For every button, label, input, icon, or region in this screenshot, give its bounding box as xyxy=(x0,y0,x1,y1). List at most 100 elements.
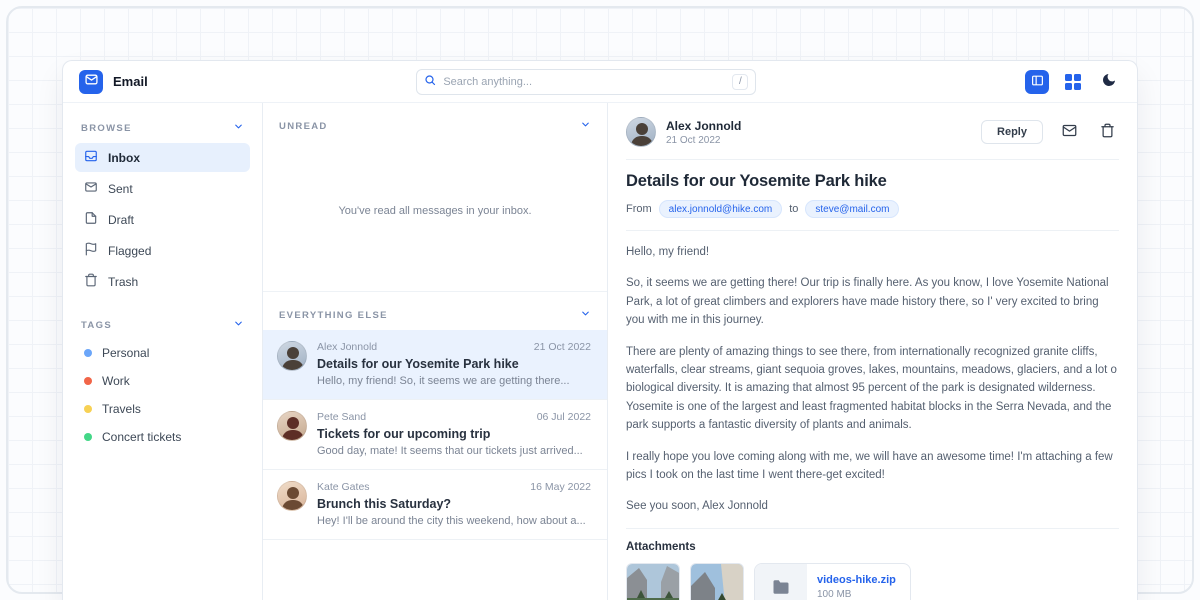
tag-item-travels[interactable]: Travels xyxy=(75,396,250,422)
unread-empty-state: You've read all messages in your inbox. xyxy=(263,141,607,281)
sidebar-item-draft[interactable]: Draft xyxy=(75,205,250,234)
reader-header: Alex Jonnold 21 Oct 2022 Reply xyxy=(626,117,1119,147)
email-body: Hello, my friend! So, it seems we are ge… xyxy=(626,243,1119,516)
reader-actions: Reply xyxy=(981,120,1119,144)
email-subject: Details for our Yosemite Park hike xyxy=(317,357,591,371)
email-paragraph: There are plenty of amazing things to se… xyxy=(626,343,1119,435)
delete-email-button[interactable] xyxy=(1095,120,1119,144)
image-attachment-thumbnail[interactable] xyxy=(690,563,744,600)
email-date: 16 May 2022 xyxy=(530,481,591,493)
sidebar-item-label: Draft xyxy=(108,213,134,227)
mail-list-column: UNREAD You've read all messages in your … xyxy=(263,103,608,600)
file-attachment-meta: videos-hike.zip 100 MB xyxy=(807,574,910,600)
from-email-chip: alex.jonnold@hike.com xyxy=(659,200,783,218)
trash-icon xyxy=(1100,123,1115,141)
tag-label: Work xyxy=(102,374,130,388)
attachments-row: videos-hike.zip 100 MB xyxy=(626,563,1119,600)
moon-icon xyxy=(1101,72,1117,91)
unread-section-label: UNREAD xyxy=(279,121,328,132)
sidebar-item-trash[interactable]: Trash xyxy=(75,267,250,296)
from-label: From xyxy=(626,203,652,215)
tag-label: Concert tickets xyxy=(102,430,181,444)
everything-else-section-header[interactable]: EVERYTHING ELSE xyxy=(263,291,607,330)
app-title: Email xyxy=(113,74,148,89)
tag-color-dot xyxy=(84,405,92,413)
search-shortcut-key: / xyxy=(732,74,748,90)
file-attachment-card[interactable]: videos-hike.zip 100 MB xyxy=(754,563,911,600)
email-subject: Tickets for our upcoming trip xyxy=(317,427,591,441)
sidebar-item-flagged[interactable]: Flagged xyxy=(75,236,250,265)
flag-icon xyxy=(84,242,98,259)
sidebar-item-sent[interactable]: Sent xyxy=(75,174,250,203)
tag-item-personal[interactable]: Personal xyxy=(75,340,250,366)
sidebar-item-label: Inbox xyxy=(108,151,140,165)
search-input[interactable] xyxy=(443,76,725,88)
from-to-row: From alex.jonnold@hike.com to steve@mail… xyxy=(626,200,1119,218)
tag-color-dot xyxy=(84,433,92,441)
top-bar: Email / xyxy=(63,61,1137,103)
chevron-down-icon xyxy=(233,121,244,135)
email-subject-title: Details for our Yosemite Park hike xyxy=(626,172,1119,191)
tag-item-concert-tickets[interactable]: Concert tickets xyxy=(75,424,250,450)
tag-color-dot xyxy=(84,377,92,385)
email-list-item[interactable]: Pete Sand 06 Jul 2022 Tickets for our up… xyxy=(263,400,607,470)
email-date: 06 Jul 2022 xyxy=(537,411,591,423)
tags-section: TAGS Personal Work Travels xyxy=(75,314,250,450)
file-attachment-size: 100 MB xyxy=(817,589,896,600)
email-item-content: Pete Sand 06 Jul 2022 Tickets for our up… xyxy=(317,411,591,457)
attachments-heading: Attachments xyxy=(626,541,1119,553)
panel-layout-button[interactable] xyxy=(1025,70,1049,94)
app-logo xyxy=(79,70,103,94)
folder-icon xyxy=(755,564,807,600)
reader-sender-name: Alex Jonnold xyxy=(666,119,971,133)
tag-label: Travels xyxy=(102,402,141,416)
dark-mode-toggle[interactable] xyxy=(1097,70,1121,94)
email-app-window: Email / xyxy=(62,60,1138,600)
email-list-item[interactable]: Kate Gates 16 May 2022 Brunch this Satur… xyxy=(263,470,607,540)
main-layout: BROWSE Inbox Sent xyxy=(63,103,1137,600)
email-paragraph: Hello, my friend! xyxy=(626,243,1119,261)
chevron-down-icon xyxy=(233,318,244,332)
avatar xyxy=(277,481,307,511)
email-preview: Hello, my friend! So, it seems we are ge… xyxy=(317,375,591,387)
sidebar-item-inbox[interactable]: Inbox xyxy=(75,143,250,172)
browse-section-header[interactable]: BROWSE xyxy=(75,117,250,143)
unread-section-header[interactable]: UNREAD xyxy=(263,103,607,141)
divider xyxy=(626,230,1119,231)
brand: Email xyxy=(79,70,148,94)
mark-unread-button[interactable] xyxy=(1057,120,1081,144)
divider xyxy=(626,159,1119,160)
tag-color-dot xyxy=(84,349,92,357)
reader-pane: Alex Jonnold 21 Oct 2022 Reply xyxy=(608,103,1137,600)
reader-sender-block: Alex Jonnold 21 Oct 2022 xyxy=(666,119,971,146)
send-icon xyxy=(84,180,98,197)
divider xyxy=(626,528,1119,529)
search-box[interactable]: / xyxy=(416,69,756,95)
apps-grid-button[interactable] xyxy=(1061,70,1085,94)
everything-else-label: EVERYTHING ELSE xyxy=(279,310,388,321)
email-sender: Alex Jonnold xyxy=(317,341,377,353)
email-date: 21 Oct 2022 xyxy=(534,341,591,353)
sidebar: BROWSE Inbox Sent xyxy=(63,103,263,600)
tags-section-header[interactable]: TAGS xyxy=(75,314,250,340)
email-subject: Brunch this Saturday? xyxy=(317,497,591,511)
sidebar-item-label: Trash xyxy=(108,275,138,289)
email-sender: Kate Gates xyxy=(317,481,370,493)
inbox-icon xyxy=(84,149,98,166)
chevron-down-icon xyxy=(580,308,591,322)
email-paragraph: I really hope you love coming along with… xyxy=(626,448,1119,485)
email-paragraph: So, it seems we are getting there! Our t… xyxy=(626,274,1119,329)
search-icon xyxy=(424,73,436,91)
sidebar-item-label: Sent xyxy=(108,182,133,196)
email-sender: Pete Sand xyxy=(317,411,366,423)
email-list-item[interactable]: Alex Jonnold 21 Oct 2022 Details for our… xyxy=(263,330,607,400)
image-attachment-thumbnail[interactable] xyxy=(626,563,680,600)
reader-date: 21 Oct 2022 xyxy=(666,135,971,146)
sidebar-item-label: Flagged xyxy=(108,244,151,258)
tag-item-work[interactable]: Work xyxy=(75,368,250,394)
topbar-actions xyxy=(1025,70,1121,94)
chevron-down-icon xyxy=(580,119,591,133)
reply-button[interactable]: Reply xyxy=(981,120,1043,144)
panel-layout-icon xyxy=(1031,74,1044,90)
file-attachment-name[interactable]: videos-hike.zip xyxy=(817,574,896,586)
